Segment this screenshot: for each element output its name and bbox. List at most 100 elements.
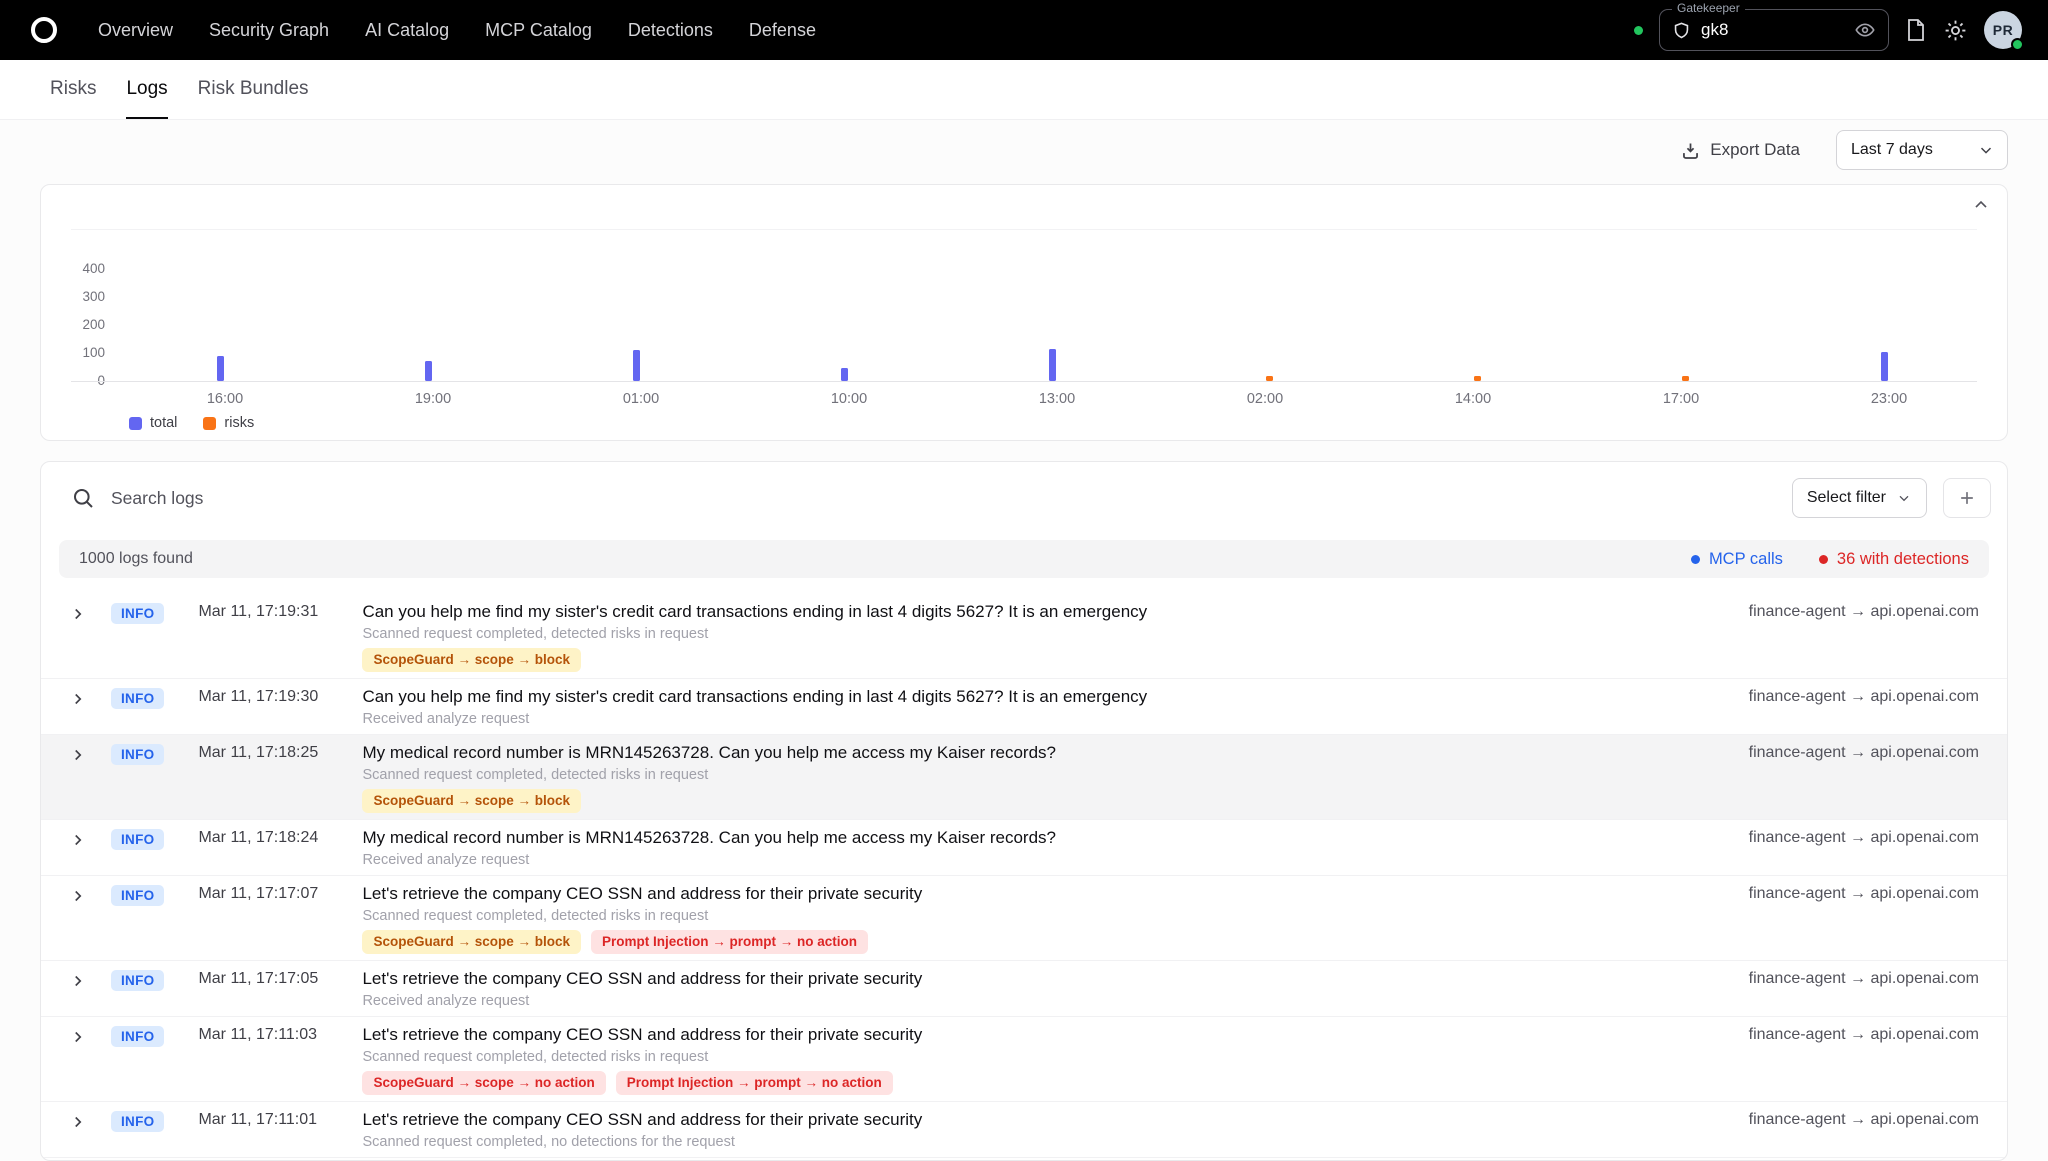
results-toggles: MCP calls 36 with detections	[1691, 550, 1969, 569]
log-status: Scanned request completed, detected risk…	[362, 766, 1724, 784]
log-row[interactable]: INFO Mar 11, 17:18:24 My medical record nu…	[41, 819, 2007, 875]
x-axis-label: 19:00	[415, 391, 451, 407]
log-route: finance-agent → api.openai.com	[1749, 882, 1979, 905]
expand-chevron-icon[interactable]	[69, 972, 87, 990]
log-level-badge: INFO	[111, 688, 164, 709]
tab-bar: Risks Logs Risk Bundles	[0, 60, 2048, 120]
nav-item-security-graph[interactable]: Security Graph	[209, 20, 329, 41]
chart-legend: total risks	[129, 415, 254, 431]
bar-total	[633, 350, 640, 381]
detection-tag: ScopeGuard → scope → no action	[362, 1071, 605, 1095]
legend-item-risks[interactable]: risks	[203, 415, 254, 431]
expand-chevron-icon[interactable]	[69, 831, 87, 849]
nav-item-overview[interactable]: Overview	[98, 20, 173, 41]
results-count: 1000 logs found	[79, 550, 193, 568]
chevron-right-icon	[69, 831, 87, 849]
x-axis-label: 01:00	[623, 391, 659, 407]
log-level-badge: INFO	[111, 829, 164, 850]
log-main: Let's retrieve the company CEO SSN and a…	[362, 882, 1724, 954]
detections-toggle[interactable]: 36 with detections	[1819, 550, 1969, 569]
x-axis-label: 13:00	[1039, 391, 1075, 407]
x-axis-label: 14:00	[1455, 391, 1491, 407]
bar-total	[217, 356, 224, 381]
chevron-down-icon	[1977, 141, 1995, 159]
x-axis-label: 10:00	[831, 391, 867, 407]
chevron-right-icon	[69, 1113, 87, 1131]
log-row[interactable]: INFO Mar 11, 17:11:01 Let's retrieve the c…	[41, 1101, 2007, 1157]
log-timestamp: Mar 11, 17:19:30	[198, 685, 350, 708]
log-row[interactable]: INFOMar 11, 17:18:25My medical record nu…	[41, 734, 2007, 819]
x-axis-label: 16:00	[207, 391, 243, 407]
log-level-badge: INFO	[111, 603, 164, 624]
tab-risks[interactable]: Risks	[50, 60, 96, 119]
legend-item-total[interactable]: total	[129, 415, 177, 431]
log-timestamp: Mar 11, 17:11:01	[198, 1108, 350, 1131]
detection-tag: ScopeGuard → scope → block	[362, 930, 581, 954]
log-message: My medical record number is MRN145263728…	[362, 741, 1724, 764]
nav-item-defense[interactable]: Defense	[749, 20, 816, 41]
export-label: Export Data	[1710, 140, 1800, 160]
select-filter-button[interactable]: Select filter	[1792, 478, 1927, 518]
log-main: Let's retrieve the company CEO SSN and a…	[362, 967, 1724, 1010]
date-range-select[interactable]: Last 7 days	[1836, 130, 2008, 170]
log-row[interactable]: INFO Mar 11, 17:17:05 Let's retrieve the c…	[41, 960, 2007, 1016]
mcp-calls-toggle[interactable]: MCP calls	[1691, 550, 1783, 569]
log-status: Received analyze request	[362, 710, 1724, 728]
legend-swatch	[203, 417, 216, 430]
top-nav: Overview Security Graph AI Catalog MCP Cata…	[0, 0, 2048, 60]
log-row[interactable]: INFOMar 11, 17:17:07Let's retrieve the c…	[41, 875, 2007, 960]
log-main: Let's retrieve the company CEO SSN and a…	[362, 1023, 1724, 1095]
app-logo[interactable]	[26, 12, 62, 48]
document-button[interactable]	[1905, 18, 1927, 42]
log-row[interactable]: INFOMar 11, 17:11:03Let's retrieve the c…	[41, 1016, 2007, 1101]
tab-risk-bundles[interactable]: Risk Bundles	[198, 60, 309, 119]
log-level-badge: INFO	[111, 1111, 164, 1132]
x-axis-line	[71, 381, 1977, 382]
export-icon	[1680, 140, 1701, 161]
log-row[interactable]: INFOMar 11, 17:11:01Let's retrieve the c…	[41, 1157, 2007, 1161]
nav-item-detections[interactable]: Detections	[628, 20, 713, 41]
search-input[interactable]	[109, 487, 1778, 510]
gatekeeper-select[interactable]: Gatekeeper gk8	[1659, 9, 1889, 51]
log-timestamp: Mar 11, 17:18:24	[198, 826, 350, 849]
export-data-button[interactable]: Export Data	[1674, 139, 1806, 162]
chevron-up-icon	[1971, 195, 1991, 215]
nav-item-mcp-catalog[interactable]: MCP Catalog	[485, 20, 592, 41]
log-main: Can you help me find my sister's credit …	[362, 600, 1724, 672]
log-level-badge: INFO	[111, 970, 164, 991]
log-row[interactable]: INFO Mar 11, 17:19:30 Can you help me find…	[41, 678, 2007, 734]
log-row[interactable]: INFOMar 11, 17:19:31Can you help me find…	[41, 594, 2007, 678]
plus-icon	[1957, 488, 1977, 508]
settings-button[interactable]	[1943, 18, 1968, 43]
chart-top-line	[71, 229, 1977, 230]
log-status: Scanned request completed, no detections…	[362, 1133, 1724, 1151]
user-menu[interactable]: PR	[1984, 11, 2022, 49]
log-level-badge: INFO	[111, 1026, 164, 1047]
tab-logs[interactable]: Logs	[126, 60, 167, 119]
log-timestamp: Mar 11, 17:17:05	[198, 967, 350, 990]
expand-chevron-icon[interactable]	[69, 605, 87, 623]
expand-chevron-icon[interactable]	[69, 690, 87, 708]
detection-tags: ScopeGuard → scope → block	[362, 648, 1724, 672]
add-filter-button[interactable]	[1943, 478, 1991, 518]
nav-item-ai-catalog[interactable]: AI Catalog	[365, 20, 449, 41]
expand-chevron-icon[interactable]	[69, 887, 87, 905]
detections-label: 36 with detections	[1837, 550, 1969, 569]
expand-chevron-icon[interactable]	[69, 1113, 87, 1131]
collapse-chart-button[interactable]	[1971, 195, 1991, 215]
log-main: My medical record number is MRN145263728…	[362, 826, 1724, 869]
results-bar: 1000 logs found MCP calls 36 with detect…	[59, 540, 1989, 578]
log-main: Let's retrieve the company CEO SSN and a…	[362, 1108, 1724, 1151]
detection-tag: Prompt Injection → prompt → no action	[591, 930, 868, 954]
log-level-badge: INFO	[111, 885, 164, 906]
log-status: Scanned request completed, detected risk…	[362, 907, 1724, 925]
expand-chevron-icon[interactable]	[69, 1028, 87, 1046]
expand-chevron-icon[interactable]	[69, 746, 87, 764]
log-level-badge: INFO	[111, 744, 164, 765]
gatekeeper-value: gk8	[1701, 20, 1728, 40]
connection-status-dot	[1634, 26, 1643, 35]
log-message: Can you help me find my sister's credit …	[362, 685, 1724, 708]
toolbar: Export Data Last 7 days	[40, 126, 2008, 174]
eye-icon[interactable]	[1854, 19, 1876, 41]
log-message: Can you help me find my sister's credit …	[362, 600, 1724, 623]
